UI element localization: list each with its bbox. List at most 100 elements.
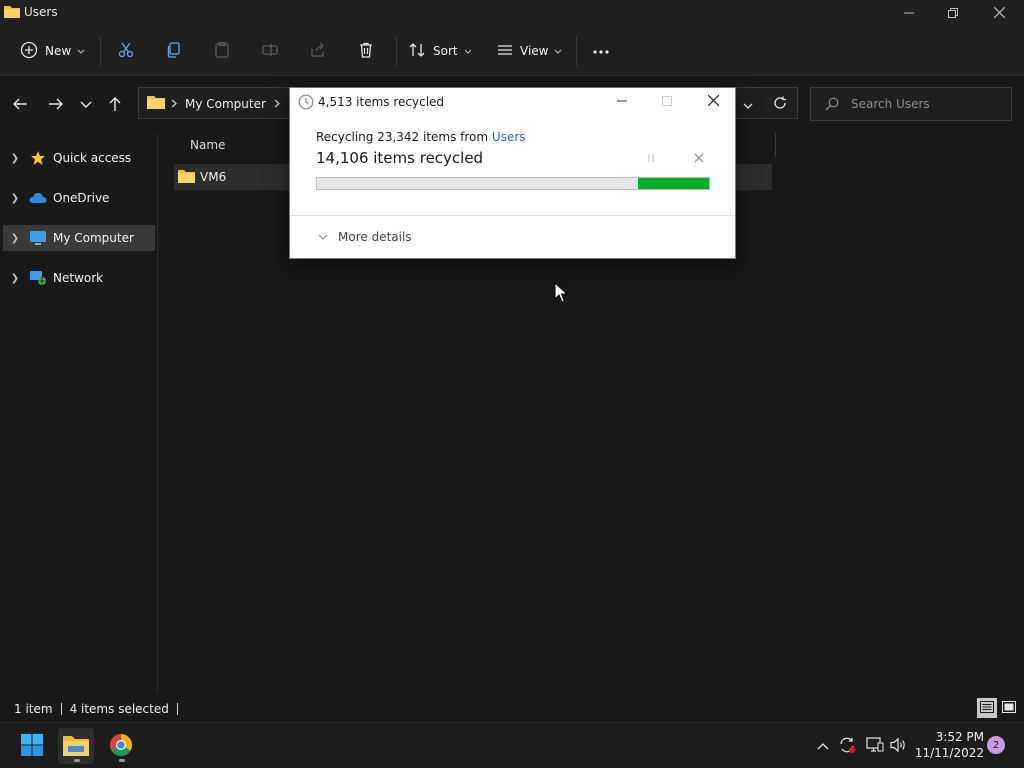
chevron-down-icon: [318, 230, 328, 244]
tiles-view-button[interactable]: [999, 698, 1019, 718]
sync-status-button[interactable]: [836, 735, 858, 757]
notification-badge[interactable]: 2: [987, 736, 1005, 754]
more-options-button[interactable]: [590, 40, 612, 62]
close-icon: [993, 6, 1005, 21]
share-icon: [309, 41, 327, 62]
running-indicator: [119, 759, 125, 762]
clock-icon: [298, 94, 314, 113]
chevron-up-icon: [817, 739, 829, 753]
cut-button[interactable]: [115, 40, 137, 62]
sidebar-item-network[interactable]: ❯ Network: [3, 265, 155, 291]
taskbar-file-explorer[interactable]: [58, 728, 94, 764]
status-bar: 1 item 4 items selected: [0, 696, 1024, 722]
pause-button[interactable]: [646, 152, 656, 166]
details-view-button[interactable]: [977, 698, 997, 718]
cancel-button[interactable]: [694, 152, 704, 166]
up-button[interactable]: [105, 95, 125, 115]
file-explorer-icon: [63, 734, 89, 759]
network-status-button[interactable]: [864, 735, 886, 757]
system-clock[interactable]: 3:52 PM 11/11/2022: [914, 729, 984, 761]
minimize-icon: [617, 95, 627, 109]
sidebar-item-label: My Computer: [53, 231, 134, 245]
clock-time: 3:52 PM: [935, 730, 984, 744]
windows-start-icon: [20, 733, 44, 760]
title-bar: Users: [0, 0, 1024, 26]
recycled-count: 14,106 items recycled: [316, 149, 484, 167]
taskbar-chrome[interactable]: [103, 728, 139, 764]
dialog-title: 4,513 items recycled: [318, 95, 445, 109]
running-indicator: [74, 759, 80, 762]
progress-bar-fill: [638, 178, 709, 189]
progress-bar: [316, 177, 710, 190]
chrome-icon: [109, 733, 133, 760]
back-button[interactable]: [10, 95, 30, 115]
dialog-divider: [290, 215, 735, 216]
status-divider: [60, 703, 62, 715]
view-button[interactable]: View: [496, 38, 562, 64]
new-label: New: [45, 44, 72, 58]
volume-button[interactable]: [888, 735, 910, 757]
sync-icon: [838, 736, 856, 757]
copy-button[interactable]: [163, 40, 185, 62]
recent-locations-button[interactable]: [76, 95, 96, 115]
window-title: Users: [24, 5, 58, 19]
selected-count: 4 items selected: [69, 702, 169, 716]
more-details-button[interactable]: More details: [318, 230, 412, 244]
dialog-maximize-button[interactable]: [655, 92, 679, 112]
chevron-right-icon[interactable]: ❯: [3, 273, 27, 284]
delete-button[interactable]: [355, 40, 377, 62]
show-hidden-icons-button[interactable]: [812, 735, 834, 757]
chevron-right-icon[interactable]: ❯: [3, 193, 27, 204]
cloud-icon: [27, 192, 49, 204]
new-button[interactable]: New: [20, 38, 85, 64]
folder-icon: [178, 169, 195, 186]
share-button[interactable]: [307, 40, 329, 62]
forward-button[interactable]: [46, 95, 66, 115]
rename-button[interactable]: [259, 40, 281, 62]
refresh-icon[interactable]: [773, 96, 787, 113]
chevron-right-icon[interactable]: ❯: [3, 153, 27, 164]
add-circle-icon: [20, 41, 38, 62]
mouse-cursor-icon: [554, 281, 569, 307]
more-details-label: More details: [338, 230, 412, 244]
chevron-down-icon: [464, 44, 472, 58]
item-count: 1 item: [14, 702, 53, 716]
sidebar-item-label: Quick access: [53, 151, 132, 165]
search-icon: [825, 97, 839, 114]
dialog-minimize-button[interactable]: [610, 92, 634, 112]
chevron-down-icon: [554, 44, 562, 58]
start-button[interactable]: [14, 728, 50, 764]
close-button[interactable]: [976, 0, 1022, 28]
chevron-right-icon[interactable]: ❯: [3, 233, 27, 244]
sort-button[interactable]: Sort: [408, 38, 472, 64]
restore-button[interactable]: [930, 0, 976, 28]
source-folder-link[interactable]: Users: [492, 130, 526, 144]
column-header-name[interactable]: Name: [190, 138, 225, 152]
breadcrumb-my-computer[interactable]: My Computer: [185, 97, 266, 111]
minimize-icon: [904, 7, 914, 21]
star-icon: [27, 150, 49, 166]
clock-date: 11/11/2022: [914, 746, 984, 760]
navigation-pane: ❯ Quick access ❯ OneDrive ❯ My Computer …: [0, 133, 158, 693]
cut-icon: [117, 41, 135, 62]
minimize-button[interactable]: [886, 0, 932, 28]
chevron-right-icon: [171, 97, 177, 111]
network-icon: [27, 270, 49, 286]
search-input[interactable]: Search Users: [810, 87, 1012, 121]
dialog-close-button[interactable]: [701, 92, 725, 112]
rename-icon: [261, 41, 279, 62]
column-divider[interactable]: [775, 133, 776, 157]
recycle-source-text: Recycling 23,342 items from: [316, 130, 489, 144]
command-bar: New Sort View: [0, 26, 1024, 76]
toolbar-divider: [396, 36, 397, 66]
file-name: VM6: [200, 170, 227, 184]
maximize-icon: [662, 95, 672, 109]
copy-icon: [165, 41, 183, 62]
address-history-icon[interactable]: [743, 99, 753, 113]
toolbar-divider: [576, 36, 577, 66]
paste-button[interactable]: [211, 40, 233, 62]
recycle-progress-dialog: 4,513 items recycled Recycling 23,342 it…: [289, 87, 736, 259]
sidebar-item-onedrive[interactable]: ❯ OneDrive: [3, 185, 155, 211]
sidebar-item-quick-access[interactable]: ❯ Quick access: [3, 145, 155, 171]
sidebar-item-my-computer[interactable]: ❯ My Computer: [3, 225, 155, 251]
